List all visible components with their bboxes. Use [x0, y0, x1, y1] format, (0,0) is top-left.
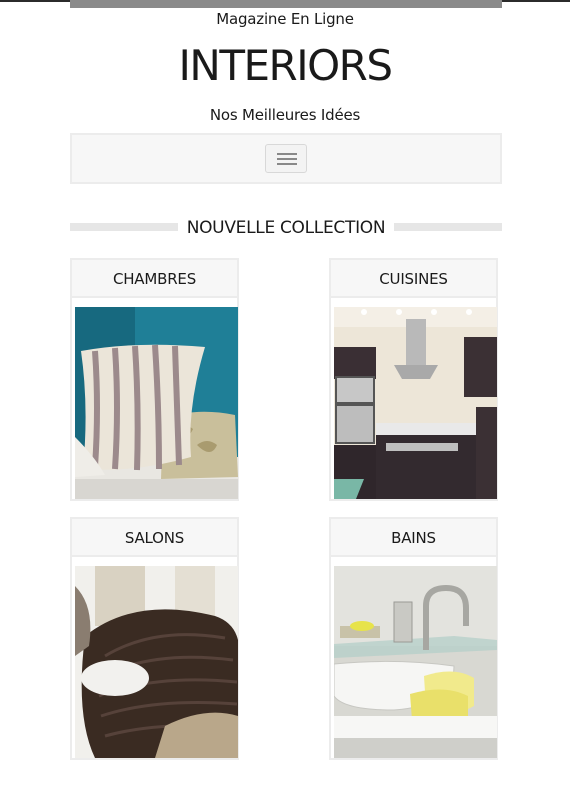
bedroom-photo[interactable] [75, 307, 238, 499]
living-room-photo[interactable] [75, 566, 238, 758]
hamburger-icon [277, 158, 297, 160]
site-title[interactable]: INTERIORS [0, 38, 570, 94]
category-card-salons[interactable]: SALONS [70, 517, 239, 760]
section-heading: NOUVELLE COLLECTION [70, 214, 502, 242]
site-subtitle: Nos Meilleures Idées [209, 106, 361, 124]
kitchen-photo[interactable] [334, 307, 497, 499]
menu-toggle-button[interactable] [265, 144, 307, 173]
navbar [70, 133, 502, 184]
hamburger-icon [277, 153, 297, 155]
site-tagline: Magazine En Ligne [216, 10, 354, 28]
category-title[interactable]: SALONS [72, 519, 237, 557]
category-title[interactable]: CHAMBRES [72, 260, 237, 298]
category-card-chambres[interactable]: CHAMBRES [70, 258, 239, 501]
heading-rule-left [70, 223, 178, 231]
hamburger-icon [277, 163, 297, 165]
category-title[interactable]: BAINS [331, 519, 496, 557]
category-card-bains[interactable]: BAINS [329, 517, 498, 760]
section-heading-text: NOUVELLE COLLECTION [186, 218, 386, 238]
heading-rule-right [394, 223, 502, 231]
bathroom-photo[interactable] [334, 566, 497, 758]
category-title[interactable]: CUISINES [331, 260, 496, 298]
category-card-cuisines[interactable]: CUISINES [329, 258, 498, 501]
top-accent-bar [70, 0, 502, 8]
